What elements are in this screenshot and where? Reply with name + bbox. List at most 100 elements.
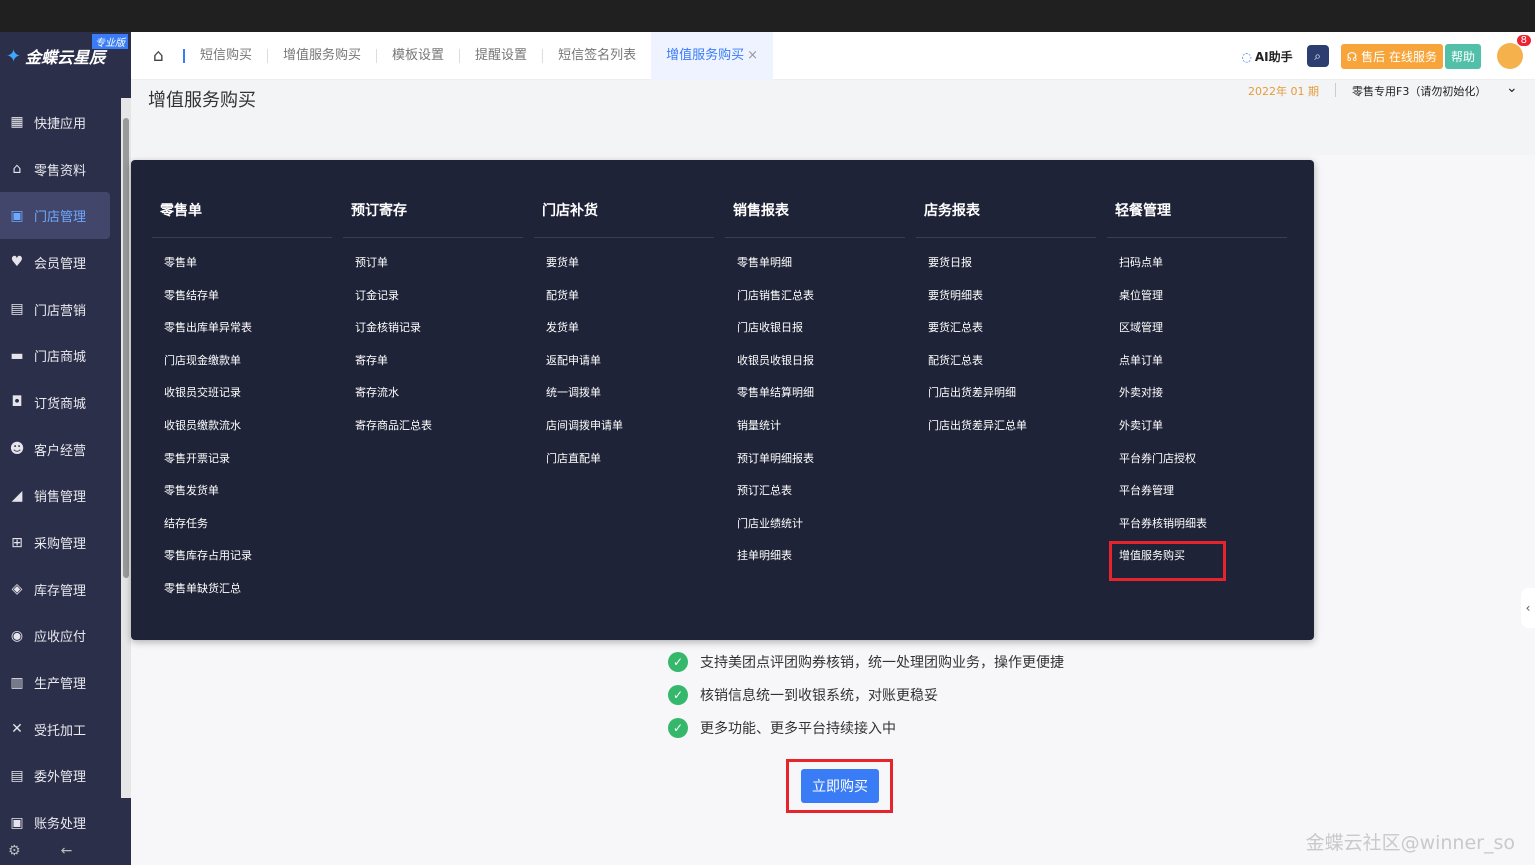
tab-reminder-settings[interactable]: 提醒设置 bbox=[459, 48, 542, 63]
menu-item[interactable]: 门店直配单 bbox=[542, 447, 714, 480]
sidebar-item-0[interactable]: ▦ 快捷应用 bbox=[0, 99, 131, 146]
menu-item[interactable]: 预订汇总表 bbox=[733, 479, 905, 512]
sidebar-item-9[interactable]: ⊞ 采购管理 bbox=[0, 519, 131, 566]
menu-item[interactable]: 收银员收银日报 bbox=[733, 349, 905, 382]
menu-item[interactable]: 零售单结算明细 bbox=[733, 381, 905, 414]
sidebar-scrollbar[interactable] bbox=[121, 98, 131, 798]
search-button[interactable]: ⌕ bbox=[1306, 45, 1329, 67]
menu-item[interactable]: 预订单 bbox=[351, 251, 523, 284]
menu-item[interactable]: 平台券核销明细表 bbox=[1115, 512, 1287, 545]
grid-icon: ▦ bbox=[10, 114, 24, 131]
menu-item[interactable]: 发货单 bbox=[542, 316, 714, 349]
tab-template-settings[interactable]: 模板设置 bbox=[376, 48, 459, 63]
menu-item[interactable]: 门店出货差异汇总单 bbox=[924, 414, 1096, 447]
search-icon: ⌕ bbox=[1314, 48, 1322, 63]
sidebar-item-13[interactable]: ✕ 受托加工 bbox=[0, 706, 131, 753]
help-button[interactable]: 帮助 bbox=[1444, 43, 1481, 69]
menu-column-title: 预订寄存 bbox=[343, 200, 523, 238]
after-sales-button[interactable]: ☊ 售后 在线服务 bbox=[1340, 43, 1443, 69]
sidebar-item-1[interactable]: ⌂ 零售资料 bbox=[0, 146, 131, 193]
notification-badge: 8 bbox=[1516, 35, 1531, 46]
settings-icon[interactable]: ⚙ bbox=[8, 843, 21, 859]
menu-item[interactable]: 订金核销记录 bbox=[351, 316, 523, 349]
sidebar-item-4[interactable]: ▤ 门店营销 bbox=[0, 286, 131, 333]
menu-item[interactable]: 零售单明细 bbox=[733, 251, 905, 284]
sidebar-item-3[interactable]: ♥ 会员管理 bbox=[0, 239, 131, 286]
menu-item[interactable]: 配货单 bbox=[542, 284, 714, 317]
menu-item[interactable]: 门店业绩统计 bbox=[733, 512, 905, 545]
sidebar-item-14[interactable]: ▤ 委外管理 bbox=[0, 753, 131, 800]
menu-item[interactable]: 收银员缴款流水 bbox=[160, 414, 332, 447]
menu-item[interactable]: 寄存商品汇总表 bbox=[351, 414, 523, 447]
sidebar-item-10[interactable]: ◈ 库存管理 bbox=[0, 566, 131, 613]
sidebar-item-12[interactable]: ▥ 生产管理 bbox=[0, 659, 131, 706]
menu-item[interactable]: 零售开票记录 bbox=[160, 447, 332, 480]
shop-selector[interactable]: 零售专用F3（请勿初始化） bbox=[1352, 83, 1486, 99]
menu-item[interactable]: 要货汇总表 bbox=[924, 316, 1096, 349]
menu-item[interactable]: 平台券门店授权 bbox=[1115, 447, 1287, 480]
menu-item[interactable]: 外卖订单 bbox=[1115, 414, 1287, 447]
menu-item[interactable]: 结存任务 bbox=[160, 512, 332, 545]
menu-item[interactable]: 返配申请单 bbox=[542, 349, 714, 382]
menu-item[interactable]: 门店销售汇总表 bbox=[733, 284, 905, 317]
ai-assistant-button[interactable]: ◌ AI助手 bbox=[1241, 48, 1292, 65]
tab-sms-signatures[interactable]: 短信签名列表 bbox=[542, 48, 651, 63]
tab-active[interactable]: 增值服务购买 × bbox=[651, 31, 773, 80]
menu-item[interactable]: 零售单缺货汇总 bbox=[160, 577, 332, 610]
chevron-down-icon[interactable]: ⌄ bbox=[1506, 80, 1518, 96]
menu-item[interactable]: 扫码点单 bbox=[1115, 251, 1287, 284]
chevron-left-icon[interactable]: ‹ bbox=[1521, 588, 1535, 628]
menu-item[interactable]: 挂单明细表 bbox=[733, 544, 905, 577]
menu-item[interactable]: 门店收银日报 bbox=[733, 316, 905, 349]
sidebar-item-2[interactable]: ▣ 门店管理 bbox=[0, 192, 110, 240]
home-icon[interactable]: ⌂ bbox=[153, 46, 183, 66]
menu-item[interactable]: 门店出货差异明细 bbox=[924, 381, 1096, 414]
app-logo[interactable]: ✦ 金蝶云星辰 专业版 bbox=[0, 32, 131, 80]
menu-item[interactable]: 寄存流水 bbox=[351, 381, 523, 414]
mega-menu: 零售单 零售单 零售结存单 零售出库单异常表 门店现金缴款单 收银员交班记录 收银员缴款流水… bbox=[131, 160, 1314, 640]
sidebar-item-label: 门店营销 bbox=[34, 303, 87, 319]
user-icon: ☻ bbox=[9, 441, 25, 458]
headset-icon: ☊ bbox=[1346, 49, 1358, 64]
menu-item[interactable]: 预订单明细报表 bbox=[733, 447, 905, 480]
menu-item[interactable]: 要货日报 bbox=[924, 251, 1096, 284]
menu-item[interactable]: 统一调拨单 bbox=[542, 381, 714, 414]
menu-item[interactable]: 零售出库单异常表 bbox=[160, 316, 332, 349]
menu-item[interactable]: 零售单 bbox=[160, 251, 332, 284]
sidebar-item-8[interactable]: ◢ 销售管理 bbox=[0, 473, 131, 520]
menu-column-title: 零售单 bbox=[152, 200, 332, 238]
menu-item[interactable]: 要货单 bbox=[542, 251, 714, 284]
menu-item[interactable]: 门店现金缴款单 bbox=[160, 349, 332, 382]
menu-item[interactable]: 要货明细表 bbox=[924, 284, 1096, 317]
menu-item[interactable]: 销量统计 bbox=[733, 414, 905, 447]
menu-item[interactable]: 平台券管理 bbox=[1115, 479, 1287, 512]
menu-item[interactable]: 零售库存占用记录 bbox=[160, 544, 332, 577]
menu-item[interactable]: 区域管理 bbox=[1115, 316, 1287, 349]
sidebar-item-6[interactable]: ◘ 订货商城 bbox=[0, 379, 131, 426]
sidebar-item-label: 门店管理 bbox=[34, 210, 87, 226]
sidebar-item-label: 订货商城 bbox=[34, 396, 87, 412]
menu-item[interactable]: 寄存单 bbox=[351, 349, 523, 382]
menu-item[interactable]: 桌位管理 bbox=[1115, 284, 1287, 317]
sidebar-item-7[interactable]: ☻ 客户经营 bbox=[0, 426, 131, 473]
feature-item: ✓ 更多功能、更多平台持续接入中 bbox=[668, 711, 1064, 744]
sidebar-item-11[interactable]: ◉ 应收应付 bbox=[0, 613, 131, 660]
close-icon[interactable]: × bbox=[747, 48, 758, 63]
avatar[interactable]: 8 bbox=[1497, 35, 1531, 69]
tab-sms-purchase[interactable]: 短信购买 bbox=[183, 48, 267, 63]
menu-item[interactable]: 零售发货单 bbox=[160, 479, 332, 512]
menu-item[interactable]: 外卖对接 bbox=[1115, 381, 1287, 414]
tab-value-added-purchase[interactable]: 增值服务购买 bbox=[267, 48, 376, 63]
scrollbar-thumb[interactable] bbox=[123, 118, 129, 578]
menu-item[interactable]: 订金记录 bbox=[351, 284, 523, 317]
collapse-arrow-icon[interactable]: ← bbox=[61, 843, 73, 859]
menu-item[interactable]: 零售结存单 bbox=[160, 284, 332, 317]
menu-item[interactable]: 店间调拨申请单 bbox=[542, 414, 714, 447]
period-label[interactable]: 2022年 01 期 bbox=[1248, 83, 1319, 99]
menu-item[interactable]: 收银员交班记录 bbox=[160, 381, 332, 414]
menu-item[interactable]: 增值服务购买 bbox=[1115, 544, 1287, 577]
menu-item[interactable]: 配货汇总表 bbox=[924, 349, 1096, 382]
menu-item[interactable]: 点单订单 bbox=[1115, 349, 1287, 382]
sidebar-item-5[interactable]: ▬ 门店商城 bbox=[0, 332, 131, 379]
clipboard-icon: ▤ bbox=[10, 301, 24, 318]
